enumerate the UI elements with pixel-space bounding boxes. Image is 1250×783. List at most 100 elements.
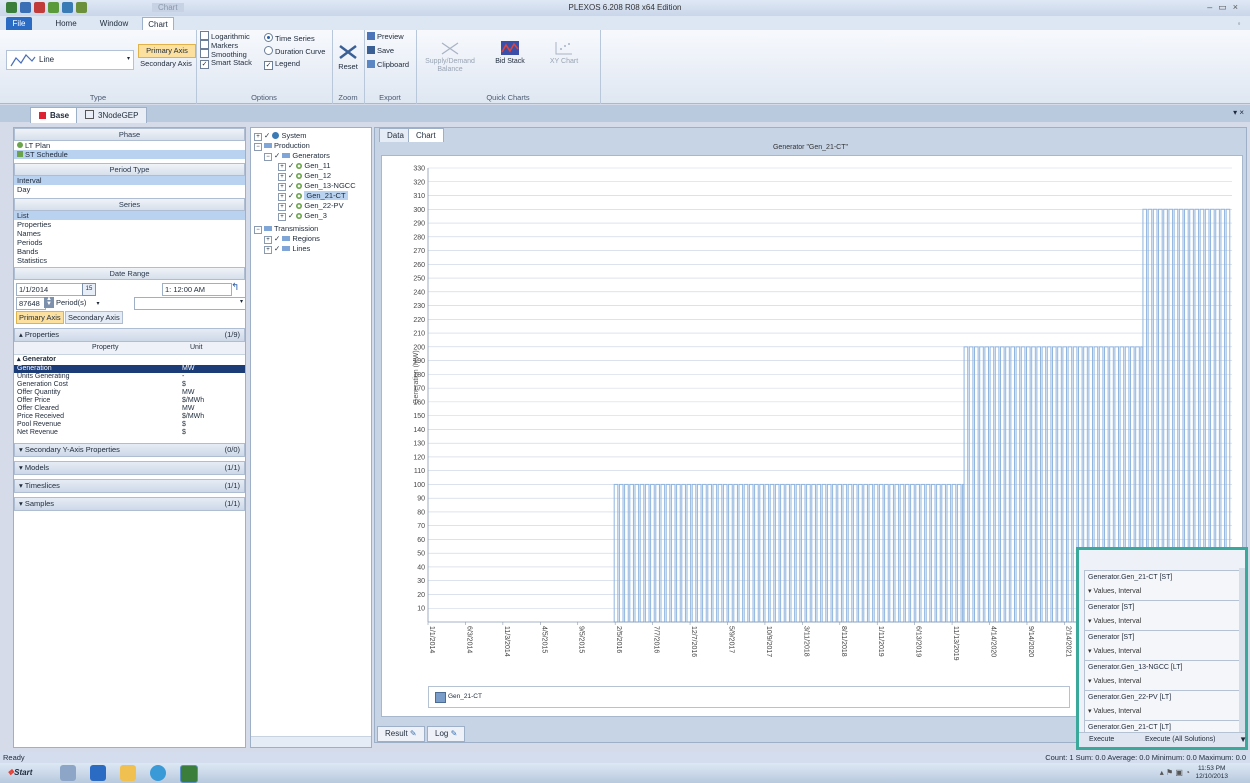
tab-data[interactable]: Data bbox=[379, 128, 412, 142]
tree-node-system[interactable]: + ✓ System bbox=[254, 131, 306, 141]
tray-icons[interactable]: ▴ ⚑ ▣ ◔ bbox=[1160, 768, 1190, 777]
property-row[interactable]: Offer Price $/MWh bbox=[14, 397, 245, 405]
secondary-axis-tab[interactable]: Secondary Axis bbox=[65, 311, 123, 324]
result-item[interactable]: Generator [ST] ▾ Values, Interval bbox=[1084, 600, 1244, 632]
timeslices-panel-header[interactable]: ▾ Timeslices (1/1) bbox=[14, 479, 245, 493]
smart-stack-checkbox[interactable]: ✓ Smart Stack bbox=[200, 58, 252, 69]
tab-result[interactable]: Result ✎ bbox=[377, 726, 425, 742]
property-row[interactable]: Price Received $/MWh bbox=[14, 413, 245, 421]
property-row[interactable]: Offer Cleared MW bbox=[14, 405, 245, 413]
tab-chart-view[interactable]: Chart bbox=[408, 128, 444, 142]
tree-node-generators[interactable]: − ✓ Generators bbox=[264, 151, 330, 161]
chevron-down-icon[interactable]: ▼ bbox=[1239, 733, 1247, 747]
tab-base[interactable]: Base bbox=[30, 107, 79, 123]
y-tick-label: 60 bbox=[417, 537, 425, 544]
secondary-y-axis-panel-header[interactable]: ▾ Secondary Y-Axis Properties (0/0) bbox=[14, 443, 245, 457]
property-row-generation[interactable]: Generation MW bbox=[14, 365, 245, 373]
tree-node-generator[interactable]: + ✓ Gen_13-NGCC bbox=[278, 181, 356, 191]
properties-panel-header[interactable]: ▴ Properties (1/9) bbox=[14, 328, 245, 342]
series-names[interactable]: Names bbox=[14, 229, 245, 238]
help-icon[interactable]: ◦ bbox=[1234, 17, 1244, 30]
tab-window[interactable]: Window bbox=[96, 17, 132, 30]
minimize-icon[interactable]: – bbox=[1207, 2, 1218, 12]
result-item[interactable]: Generator.Gen_22-PV [LT] ▾ Values, Interv… bbox=[1084, 690, 1244, 722]
tree-horizontal-scrollbar[interactable] bbox=[251, 736, 371, 747]
series-bands[interactable]: Bands bbox=[14, 247, 245, 256]
time-input[interactable]: 1: 12:00 AM bbox=[162, 283, 232, 296]
execute-all-button[interactable]: Execute (All Solutions) bbox=[1145, 733, 1215, 747]
series-periods[interactable]: Periods bbox=[14, 238, 245, 247]
folder-icon bbox=[282, 153, 291, 158]
periods-unit-select[interactable]: Period(s) ▾ bbox=[56, 297, 116, 308]
periods-stepper[interactable]: ▲ ▼ bbox=[44, 296, 54, 308]
primary-axis-tab[interactable]: Primary Axis bbox=[16, 311, 64, 324]
file-explorer-icon[interactable] bbox=[120, 765, 136, 781]
generator-group-row[interactable]: ▴ Generator bbox=[14, 355, 245, 365]
calendar-icon[interactable]: 15 bbox=[82, 283, 96, 296]
chevron-down-icon: ▾ bbox=[126, 56, 130, 62]
plexos-app-icon[interactable] bbox=[180, 765, 198, 783]
internet-explorer-icon[interactable] bbox=[150, 765, 166, 781]
result-item[interactable]: Generator.Gen_13-NGCC [LT] ▾ Values, Inte… bbox=[1084, 660, 1244, 692]
result-item[interactable]: Generator [ST] ▾ Values, Interval bbox=[1084, 630, 1244, 662]
results-scrollbar[interactable] bbox=[1239, 568, 1245, 732]
x-tick-label: 3/11/2018 bbox=[802, 626, 809, 657]
tree-node-generator[interactable]: + ✓ Gen_3 bbox=[278, 211, 327, 221]
models-panel-header[interactable]: ▾ Models (1/1) bbox=[14, 461, 245, 475]
chart-type-dropdown[interactable]: Line ▾ bbox=[6, 50, 134, 70]
period-type-interval[interactable]: Interval bbox=[14, 176, 245, 185]
tab-home[interactable]: Home bbox=[50, 17, 82, 30]
clipboard-button[interactable]: Clipboard bbox=[367, 60, 409, 69]
tab-3nodegep[interactable]: 3NodeGEP bbox=[76, 107, 148, 123]
tree-node-regions[interactable]: + ✓ Regions bbox=[264, 234, 320, 244]
tree-node-generator[interactable]: + ✓ Gen_22-PV bbox=[278, 201, 344, 211]
phase-st-schedule[interactable]: ST Schedule bbox=[14, 150, 245, 159]
property-row[interactable]: Pool Revenue $ bbox=[14, 421, 245, 429]
tree-node-production[interactable]: − Production bbox=[254, 141, 310, 151]
tree-node-transmission[interactable]: − Transmission bbox=[254, 224, 318, 234]
window-controls[interactable]: –▭× bbox=[1207, 2, 1244, 13]
xy-chart-button[interactable]: XY Chart bbox=[546, 40, 582, 66]
tree-node-generator[interactable]: + ✓ Gen_12 bbox=[278, 171, 331, 181]
tab-log[interactable]: Log ✎ bbox=[427, 726, 466, 742]
tab-menu-icon[interactable]: ▾ × bbox=[1233, 108, 1244, 117]
preview-button[interactable]: Preview bbox=[367, 32, 404, 41]
tree-node-generator-selected[interactable]: + ✓ Gen_21-CT bbox=[278, 191, 348, 201]
undo-icon[interactable]: ↰ bbox=[231, 282, 239, 293]
property-row[interactable]: Offer Quantity MW bbox=[14, 389, 245, 397]
supply-demand-button[interactable]: Supply/Demand Balance bbox=[420, 40, 480, 74]
tab-chart[interactable]: Chart bbox=[142, 17, 174, 31]
x-tick-label: 9/5/2015 bbox=[578, 626, 585, 653]
tab-file[interactable]: File bbox=[6, 17, 32, 30]
tree-node-generator[interactable]: + ✓ Gen_11 bbox=[278, 161, 331, 171]
bid-stack-button[interactable]: Bid Stack bbox=[492, 40, 528, 66]
phase-lt-plan[interactable]: LT Plan bbox=[14, 141, 245, 150]
execute-button[interactable]: Execute bbox=[1089, 733, 1114, 747]
tree-node-lines[interactable]: + ✓ Lines bbox=[264, 244, 310, 254]
time-series-radio[interactable]: Time Series bbox=[264, 33, 315, 43]
series-properties[interactable]: Properties bbox=[14, 220, 245, 229]
property-row[interactable]: Generation Cost $ bbox=[14, 381, 245, 389]
maximize-icon[interactable]: ▭ bbox=[1218, 2, 1233, 12]
samples-panel-header[interactable]: ▾ Samples (1/1) bbox=[14, 497, 245, 511]
series-list[interactable]: List bbox=[14, 211, 245, 220]
close-icon[interactable]: × bbox=[1233, 2, 1244, 12]
secondary-axis-button[interactable]: Secondary Axis bbox=[138, 58, 194, 70]
reset-button[interactable]: Reset bbox=[336, 44, 360, 71]
periods-count-input[interactable]: 87648 bbox=[16, 297, 46, 310]
property-row[interactable]: Net Revenue $ bbox=[14, 429, 245, 437]
primary-axis-button[interactable]: Primary Axis bbox=[138, 44, 196, 58]
system-clock[interactable]: 11:53 PM 12/10/2013 bbox=[1195, 765, 1228, 781]
date-input[interactable]: 1/1/2014 bbox=[16, 283, 84, 296]
property-row[interactable]: Units Generating - bbox=[14, 373, 245, 381]
legend-checkbox[interactable]: ✓ Legend bbox=[264, 59, 300, 70]
start-button[interactable]: ❖Start bbox=[3, 766, 36, 780]
save-button[interactable]: Save bbox=[367, 46, 394, 55]
network-app-icon[interactable] bbox=[60, 765, 76, 781]
powershell-icon[interactable] bbox=[90, 765, 106, 781]
period-select[interactable]: ▾ bbox=[134, 297, 246, 310]
duration-curve-radio[interactable]: Duration Curve bbox=[264, 46, 325, 56]
period-type-day[interactable]: Day bbox=[14, 185, 245, 194]
series-statistics[interactable]: Statistics bbox=[14, 256, 245, 265]
result-item[interactable]: Generator.Gen_21-CT [ST] ▾ Values, Interv… bbox=[1084, 570, 1244, 602]
